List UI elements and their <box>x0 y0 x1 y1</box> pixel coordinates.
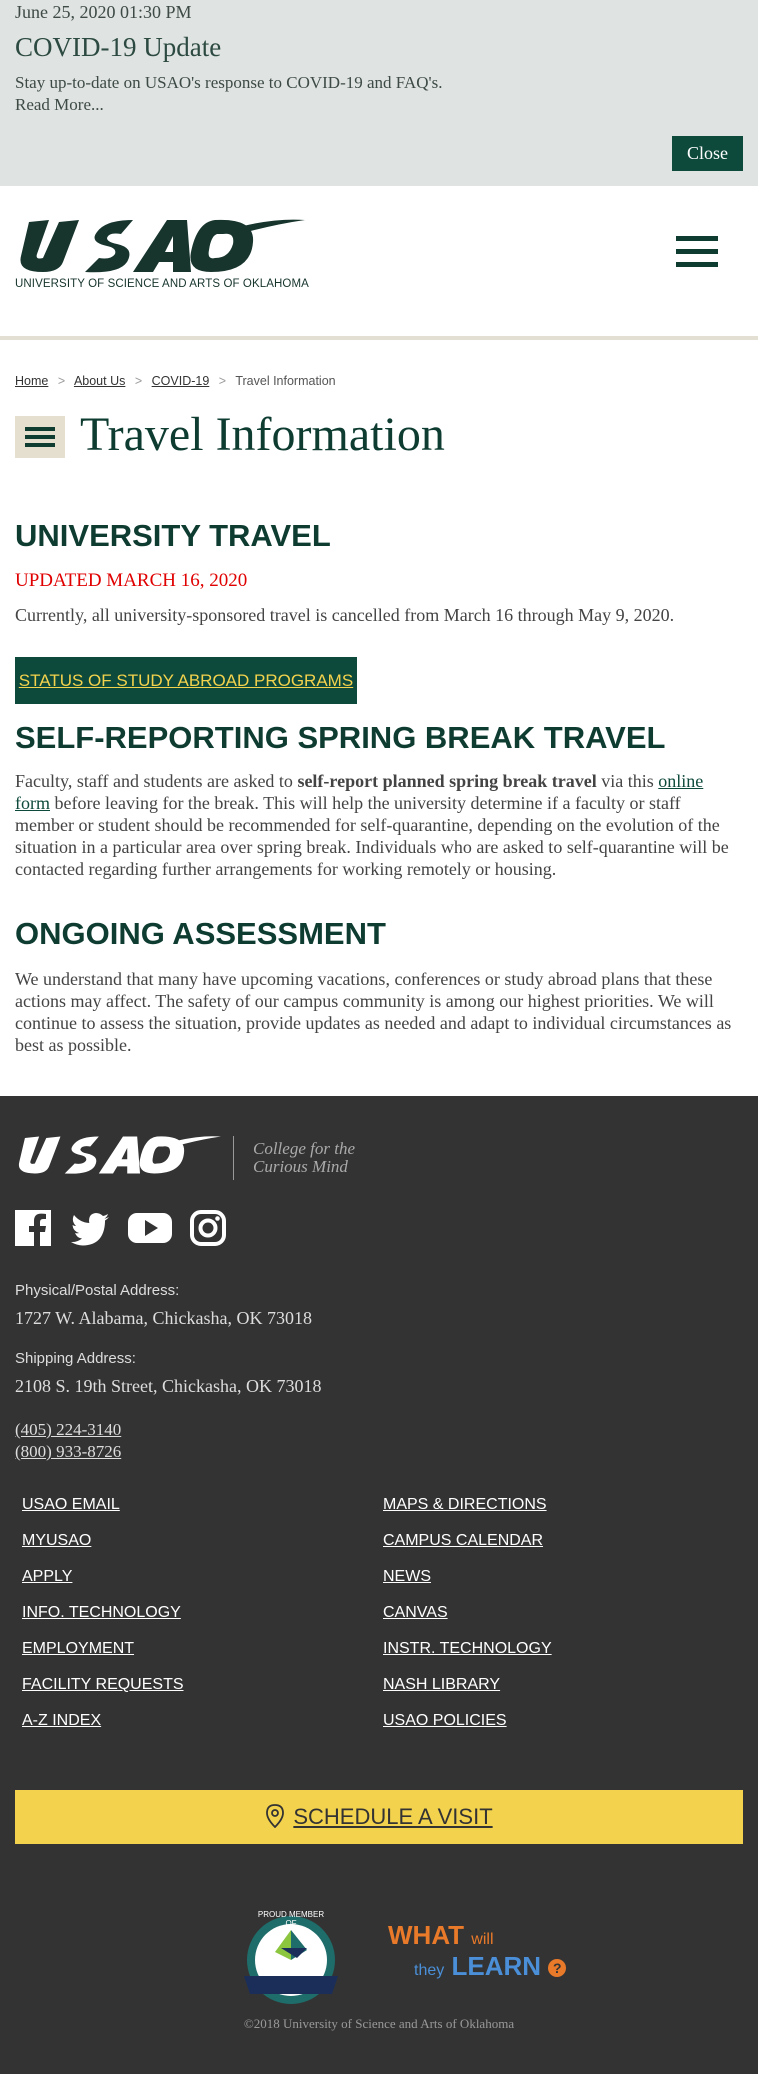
footer-link-facility-requests[interactable]: FACILITY REQUESTS <box>22 1676 184 1712</box>
footer-link-a-z-index[interactable]: A-Z INDEX <box>22 1712 184 1748</box>
spring-break-text-1: Faculty, staff and students are asked to <box>15 771 298 791</box>
footer-link-apply[interactable]: APPLY <box>22 1568 184 1604</box>
schedule-visit-label: SCHEDULE A VISIT <box>293 1804 493 1829</box>
youtube-icon[interactable] <box>128 1210 172 1246</box>
section-menu-button[interactable] <box>15 416 65 458</box>
spring-break-heading: SELF-REPORTING SPRING BREAK TRAVEL <box>15 720 666 755</box>
question-mark-icon: ? <box>548 1959 567 1977</box>
breadcrumb-separator: > <box>134 374 143 388</box>
spring-break-text: Faculty, staff and students are asked to… <box>15 770 735 880</box>
breadcrumb: Home > About Us > COVID-19 > Travel Info… <box>15 374 336 388</box>
twitter-icon[interactable] <box>71 1210 109 1246</box>
tagline-line-1: College for the <box>253 1139 355 1158</box>
footer-link-campus-calendar[interactable]: CAMPUS CALENDAR <box>383 1532 552 1568</box>
site-footer: College for the Curious Mind Physical/Po… <box>0 1096 758 2074</box>
alert-body: Stay up-to-date on USAO's response to CO… <box>15 72 442 116</box>
wwtl-will: will <box>471 1931 494 1948</box>
alert-read-more-link[interactable]: Read More... <box>15 94 442 116</box>
schedule-visit-button[interactable]: SCHEDULE A VISIT <box>15 1790 743 1844</box>
alert-close-button[interactable]: Close <box>672 136 743 171</box>
alert-title: COVID-19 Update <box>15 32 222 62</box>
page-title: Travel Information <box>80 408 445 461</box>
university-travel-text: Currently, all university-sponsored trav… <box>15 605 675 625</box>
wwtl-what: WHAT <box>388 1920 465 1950</box>
breadcrumb-current: Travel Information <box>235 374 336 388</box>
footer-link-employment[interactable]: EMPLOYMENT <box>22 1640 184 1676</box>
footer-link-maps-directions[interactable]: MAPS & DIRECTIONS <box>383 1496 552 1532</box>
wwtl-they: they <box>414 1962 445 1979</box>
ongoing-assessment-text: We understand that many have upcoming va… <box>15 969 732 1055</box>
footer-usao-logo[interactable] <box>15 1132 221 1178</box>
breadcrumb-about-us[interactable]: About Us <box>74 374 125 388</box>
phone-link-1[interactable]: (405) 224-3140 <box>15 1420 121 1440</box>
shipping-address: 2108 S. 19th Street, Chickasha, OK 73018 <box>15 1376 322 1396</box>
ongoing-assessment-heading: ONGOING ASSESSMENT <box>15 916 386 951</box>
spring-break-text-2: via this <box>596 771 659 791</box>
study-abroad-status-button[interactable]: STATUS OF STUDY ABROAD PROGRAMS <box>15 657 357 704</box>
coplac-name: COPLAC <box>257 1960 325 1979</box>
footer-link-instr-technology[interactable]: INSTR. TECHNOLOGY <box>383 1640 552 1676</box>
facebook-icon[interactable] <box>15 1210 51 1246</box>
spring-break-bold: self-report planned spring break travel <box>297 771 597 791</box>
covid-alert-banner: June 25, 2020 01:30 PM COVID-19 Update S… <box>0 0 758 186</box>
footer-link-info-technology[interactable]: INFO. TECHNOLOGY <box>22 1604 184 1640</box>
alert-text: Stay up-to-date on USAO's response to CO… <box>15 73 443 92</box>
breadcrumb-home[interactable]: Home <box>15 374 48 388</box>
coplac-top-text: PROUD MEMBER OF <box>257 1910 325 1928</box>
physical-address-label: Physical/Postal Address: <box>15 1282 180 1299</box>
map-pin-icon <box>266 1804 285 1829</box>
footer-links-left: USAO EMAIL MYUSAO APPLY INFO. TECHNOLOGY… <box>22 1496 184 1748</box>
breadcrumb-separator: > <box>57 374 66 388</box>
footer-link-news[interactable]: NEWS <box>383 1568 552 1604</box>
physical-address: 1727 W. Alabama, Chickasha, OK 73018 <box>15 1308 312 1328</box>
instagram-icon[interactable] <box>190 1210 226 1246</box>
alert-date: June 25, 2020 01:30 PM <box>15 2 192 22</box>
wwtl-learn: LEARN <box>451 1951 542 1981</box>
spring-break-text-3: before leaving for the break. This will … <box>15 793 729 879</box>
breadcrumb-covid-19[interactable]: COVID-19 <box>152 374 210 388</box>
footer-link-canvas[interactable]: CANVAS <box>383 1604 552 1640</box>
copyright: ©2018 University of Science and Arts of … <box>243 2016 515 2031</box>
phone-link-2[interactable]: (800) 933-8726 <box>15 1442 121 1462</box>
footer-link-usao-email[interactable]: USAO EMAIL <box>22 1496 184 1532</box>
logo-subtitle: UNIVERSITY OF SCIENCE AND ARTS OF OKLAHO… <box>15 278 309 290</box>
shipping-address-label: Shipping Address: <box>15 1350 136 1367</box>
university-travel-heading: UNIVERSITY TRAVEL <box>15 518 331 553</box>
footer-links-right: MAPS & DIRECTIONS CAMPUS CALENDAR NEWS C… <box>383 1496 552 1748</box>
what-will-they-learn-logo[interactable]: WHAT will they LEARN ? <box>388 1920 567 1984</box>
site-header: UNIVERSITY OF SCIENCE AND ARTS OF OKLAHO… <box>0 186 758 340</box>
footer-logo-divider <box>233 1136 234 1180</box>
footer-tagline: College for the Curious Mind <box>253 1140 355 1176</box>
footer-link-nash-library[interactable]: NASH LIBRARY <box>383 1676 552 1712</box>
hamburger-menu-icon[interactable] <box>676 236 718 268</box>
updated-date: UPDATED MARCH 16, 2020 <box>15 570 248 591</box>
breadcrumb-separator: > <box>218 374 227 388</box>
footer-link-usao-policies[interactable]: USAO POLICIES <box>383 1712 552 1748</box>
usao-logo[interactable] <box>15 216 305 276</box>
tagline-line-2: Curious Mind <box>253 1157 348 1176</box>
footer-link-myusao[interactable]: MYUSAO <box>22 1532 184 1568</box>
